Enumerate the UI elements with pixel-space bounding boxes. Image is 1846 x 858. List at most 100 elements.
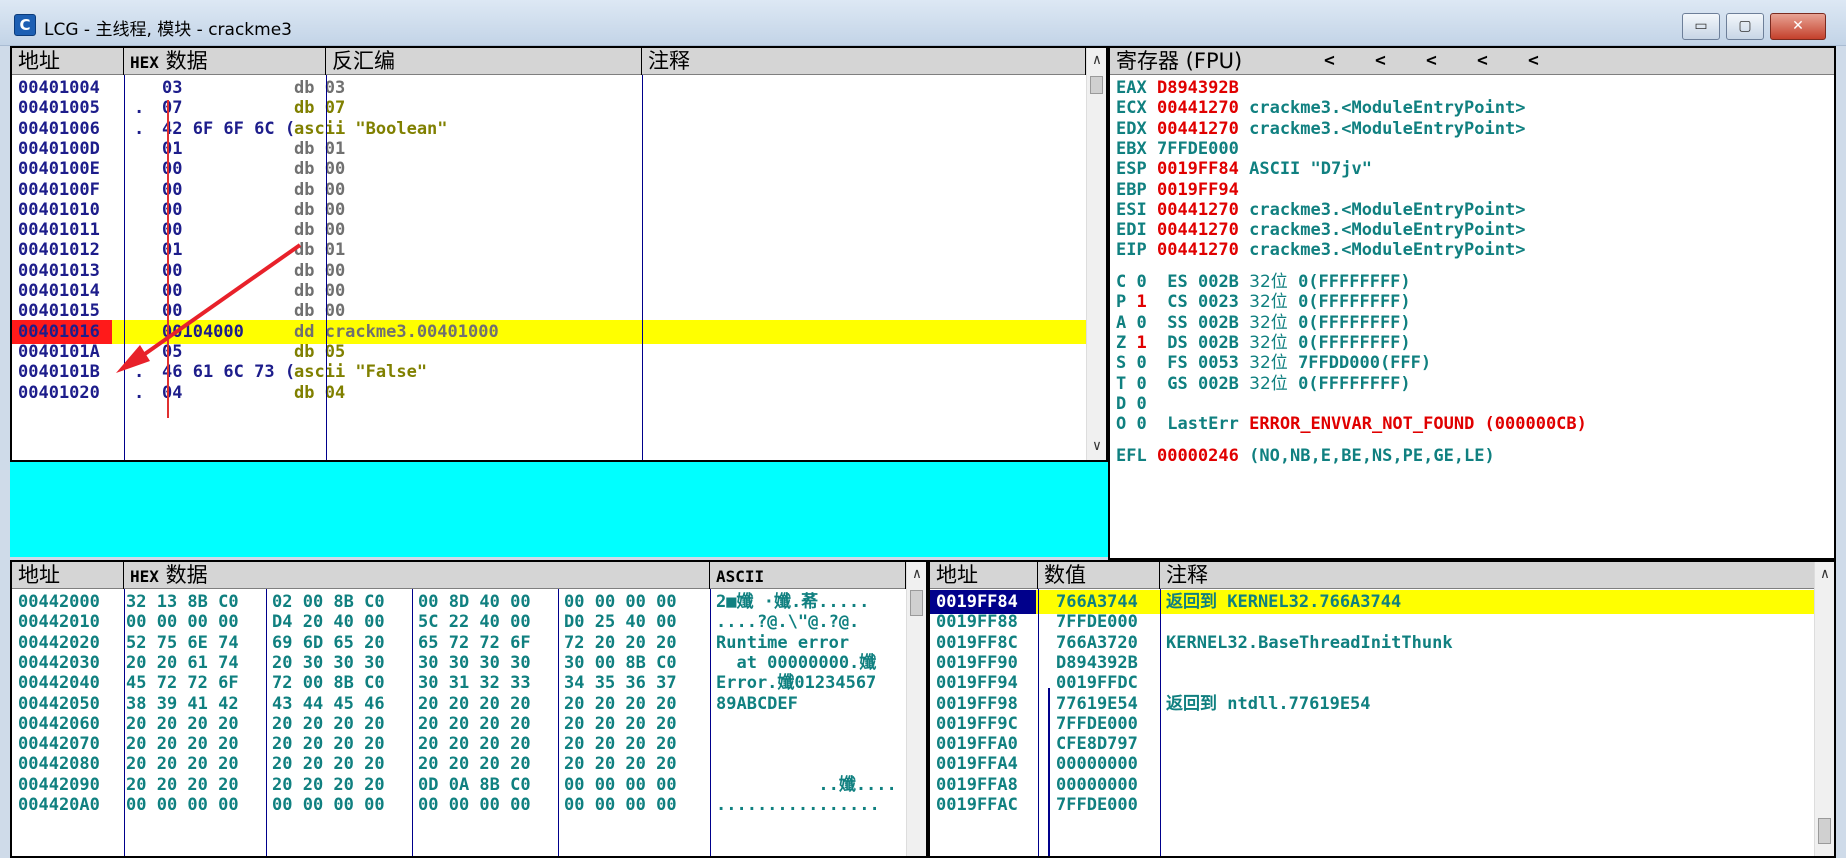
register-value: 00441270	[1156, 240, 1239, 260]
register-nav-arrow[interactable]: <	[1528, 50, 1539, 71]
segment-selector: 0023	[1197, 292, 1239, 313]
col-hex-header[interactable]: HEX 数据	[124, 48, 326, 75]
register-value: 00441270	[1156, 98, 1239, 119]
window-title: LCG - 主线程, 模块 - crackme3	[44, 20, 292, 40]
scroll-thumb[interactable]	[1090, 76, 1103, 94]
dump-address: 004420A0	[18, 795, 100, 815]
segment-bits: 32位	[1249, 272, 1288, 292]
registers-pane[interactable]: 寄存器 (FPU) < < < < < EAX D894392B ECX 0044127…	[1108, 46, 1836, 560]
memory-dump-pane[interactable]: 地址 HEX 数据 ASCII 00442000 32 13 8B C0 02 00…	[10, 560, 928, 858]
dump-col-ascii-header[interactable]: ASCII	[710, 562, 906, 589]
register-nav-arrow[interactable]: <	[1324, 50, 1335, 71]
register-desc: crackme3.<ModuleEntryPoint>	[1249, 118, 1526, 139]
scroll-up-icon[interactable]: ∧	[1087, 52, 1106, 68]
maximize-button[interactable]: ▢	[1726, 13, 1764, 40]
stack-frame-bracket	[1048, 688, 1050, 856]
dump-scrollbar[interactable]: ∧	[906, 562, 926, 856]
flag-name: P	[1116, 292, 1127, 313]
flag-value: 0	[1136, 394, 1147, 414]
register-value: D894392B	[1156, 78, 1239, 98]
col-comment-header[interactable]: 注释	[642, 48, 1086, 75]
stack-scrollbar[interactable]: ∧	[1814, 562, 1834, 856]
flag-name: T	[1116, 373, 1127, 394]
segment-base: 0(FFFFFFFF)	[1298, 373, 1411, 394]
register-desc: crackme3.<ModuleEntryPoint>	[1249, 98, 1526, 119]
close-button[interactable]: ✕	[1770, 13, 1826, 40]
flag-value: 0	[1136, 312, 1147, 333]
register-value: 00441270	[1156, 118, 1239, 139]
segment-base: 0(FFFFFFFF)	[1298, 272, 1411, 292]
stack-col-value-header[interactable]: 数值	[1038, 562, 1160, 589]
minimize-button[interactable]: ▭	[1682, 13, 1720, 40]
register-name: ECX	[1116, 98, 1147, 119]
segment-name: SS	[1167, 312, 1188, 333]
col-disasm-header[interactable]: 反汇编	[326, 48, 642, 75]
stack-address: 0019FFAC	[936, 795, 1018, 815]
scroll-down-icon[interactable]: ∨	[1087, 438, 1106, 454]
dump-scroll-up-icon[interactable]: ∧	[907, 566, 926, 582]
segment-bits: 32位	[1249, 332, 1288, 353]
register-name: EBX	[1116, 138, 1147, 159]
disasm-scrollbar[interactable]: ∧ ∨	[1086, 48, 1106, 460]
stack-row[interactable]: 0019FFAC 7FFDE000	[930, 793, 1814, 817]
dump-header: 地址 HEX 数据 ASCII	[12, 562, 906, 589]
dump-row[interactable]: 004420A0 00 00 00 00 00 00 00 00 00 00 00 0…	[12, 793, 906, 817]
register-desc: crackme3.<ModuleEntryPoint>	[1249, 240, 1526, 260]
register-nav-arrow[interactable]: <	[1477, 50, 1488, 71]
flag-value: 0	[1136, 414, 1147, 434]
flag-name: A	[1116, 312, 1127, 333]
disassembly-header: 地址 HEX 数据 反汇编 注释	[12, 48, 1086, 75]
segment-bits: 32位	[1249, 292, 1288, 313]
register-name: EFL	[1116, 446, 1147, 466]
disasm-hex: 04	[162, 382, 183, 403]
lasterr-label: LastErr	[1167, 414, 1239, 434]
stack-value: 7FFDE000	[1056, 795, 1138, 815]
flag-name: Z	[1116, 332, 1127, 353]
dump-scroll-thumb[interactable]	[910, 590, 923, 616]
segment-bits: 32位	[1249, 353, 1288, 374]
dump-ascii: ................	[716, 795, 880, 815]
registers-header: 寄存器 (FPU)	[1110, 48, 1834, 75]
flag-value: 1	[1136, 292, 1147, 313]
register-nav-arrow[interactable]: <	[1426, 50, 1437, 71]
segment-base: 0(FFFFFFFF)	[1298, 292, 1411, 313]
dump-col-hex-header[interactable]: HEX 数据	[124, 562, 710, 589]
col-address-header[interactable]: 地址	[12, 48, 124, 75]
segment-name: FS	[1167, 353, 1188, 374]
dump-hex-group: 00 00 00 00	[126, 795, 239, 815]
register-value: 0019FF84	[1156, 159, 1239, 180]
dump-col-address-header[interactable]: 地址	[12, 562, 124, 589]
stack-col-address-header[interactable]: 地址	[930, 562, 1038, 589]
register-name: EIP	[1116, 240, 1147, 260]
flag-value: 0	[1136, 373, 1147, 394]
stack-col-comment-header[interactable]: 注释	[1160, 562, 1814, 589]
register-value: 00441270	[1156, 199, 1239, 220]
stack-pane[interactable]: 地址 数值 注释 0019FF84 766A3744 返回到 KERNEL32.76…	[928, 560, 1836, 858]
segment-selector: 002B	[1197, 332, 1239, 353]
lasterr-value: ERROR_ENVVAR_NOT_FOUND (000000CB)	[1249, 414, 1587, 434]
app-icon: C	[14, 14, 36, 36]
info-panel	[10, 460, 1108, 557]
flag-name: D	[1116, 394, 1127, 414]
flag-name: S	[1116, 353, 1127, 374]
disasm-instruction: db 04	[294, 382, 346, 403]
stack-header: 地址 数值 注释	[930, 562, 1814, 589]
flag-name: C	[1116, 272, 1127, 292]
register-eip-row[interactable]: EIP 00441270 crackme3.<ModuleEntryPoint>	[1116, 238, 1525, 262]
flag-row[interactable]: T 0 GS 002B 32位 0(FFFFFFFF)	[1116, 372, 1411, 396]
segment-name: DS	[1167, 332, 1188, 353]
stack-scroll-thumb[interactable]	[1818, 818, 1831, 844]
disasm-row[interactable]: 00401020. 04 db 04	[12, 381, 1086, 405]
registers-title: 寄存器 (FPU)	[1116, 49, 1243, 73]
register-desc: (NO,NB,E,BE,NS,PE,GE,LE)	[1249, 446, 1495, 466]
disasm-address: 00401020	[18, 382, 100, 403]
register-nav-arrow[interactable]: <	[1375, 50, 1386, 71]
register-name: EDX	[1116, 118, 1147, 139]
register-value: 0019FF94	[1156, 179, 1239, 200]
segment-selector: 0053	[1197, 353, 1239, 374]
register-desc: crackme3.<ModuleEntryPoint>	[1249, 199, 1526, 220]
segment-base: 7FFDD000(FFF)	[1298, 353, 1432, 374]
stack-scroll-up-icon[interactable]: ∧	[1815, 566, 1834, 582]
lasterr-row[interactable]: O 0 LastErr ERROR_ENVVAR_NOT_FOUND (0000…	[1116, 412, 1587, 436]
efl-row[interactable]: EFL 00000246 (NO,NB,E,BE,NS,PE,GE,LE)	[1116, 444, 1495, 468]
